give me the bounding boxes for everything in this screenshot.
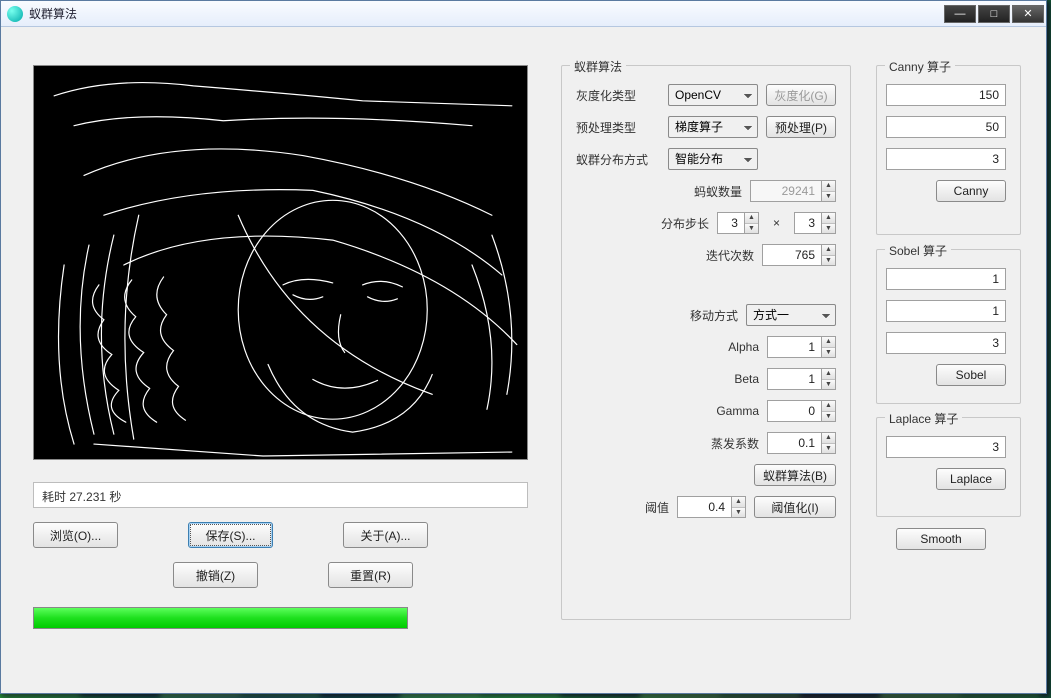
up-icon[interactable]: ▲ bbox=[822, 245, 835, 256]
canny-group: Canny 算子 Canny bbox=[876, 65, 1021, 235]
status-text: 耗时 27.231 秒 bbox=[42, 490, 121, 504]
step-y-input[interactable] bbox=[794, 212, 822, 234]
down-icon[interactable]: ▼ bbox=[732, 508, 745, 518]
client-area: 耗时 27.231 秒 浏览(O)... 保存(S)... 关于(A)... 撤… bbox=[1, 27, 1046, 693]
step-y-spinner[interactable]: ▲▼ bbox=[794, 212, 836, 234]
step-x-input[interactable] bbox=[717, 212, 745, 234]
gray-type-label: 灰度化类型 bbox=[576, 87, 660, 104]
down-icon[interactable]: ▼ bbox=[822, 412, 835, 422]
ants-spinner[interactable]: ▲▼ bbox=[750, 180, 836, 202]
undo-button[interactable]: 撤销(Z) bbox=[173, 562, 258, 588]
dist-label: 蚁群分布方式 bbox=[576, 151, 660, 168]
window-controls: — □ ✕ bbox=[944, 5, 1044, 23]
up-icon[interactable]: ▲ bbox=[822, 337, 835, 348]
threshold-button[interactable]: 阈值化(I) bbox=[754, 496, 836, 518]
step-label: 分布步长 bbox=[661, 215, 709, 232]
canny-legend: Canny 算子 bbox=[885, 58, 955, 75]
laplace-button[interactable]: Laplace bbox=[936, 468, 1006, 490]
up-icon[interactable]: ▲ bbox=[745, 213, 758, 224]
laplace-group: Laplace 算子 Laplace bbox=[876, 417, 1021, 517]
main-buttons: 浏览(O)... 保存(S)... 关于(A)... 撤销(Z) 重置(R) bbox=[33, 522, 528, 602]
up-icon[interactable]: ▲ bbox=[732, 497, 745, 508]
maximize-button[interactable]: □ bbox=[978, 5, 1010, 23]
laplace-v1-input[interactable] bbox=[886, 436, 1006, 458]
down-icon[interactable]: ▼ bbox=[822, 224, 835, 234]
gamma-input[interactable] bbox=[767, 400, 822, 422]
move-label: 移动方式 bbox=[690, 307, 738, 324]
up-icon[interactable]: ▲ bbox=[822, 369, 835, 380]
pre-button[interactable]: 预处理(P) bbox=[766, 116, 836, 138]
canny-v1-input[interactable] bbox=[886, 84, 1006, 106]
gamma-label: Gamma bbox=[716, 404, 759, 418]
sobel-v1-input[interactable] bbox=[886, 268, 1006, 290]
step-x-spinner[interactable]: ▲▼ bbox=[717, 212, 759, 234]
threshold-label: 阈值 bbox=[645, 499, 669, 516]
down-icon[interactable]: ▼ bbox=[822, 444, 835, 454]
move-select[interactable]: 方式一 bbox=[746, 304, 836, 326]
image-preview bbox=[33, 65, 528, 460]
down-icon[interactable]: ▼ bbox=[745, 224, 758, 234]
up-icon[interactable]: ▲ bbox=[822, 181, 835, 192]
pre-type-label: 预处理类型 bbox=[576, 119, 660, 136]
app-window: 蚁群算法 — □ ✕ bbox=[0, 0, 1047, 694]
down-icon[interactable]: ▼ bbox=[822, 380, 835, 390]
dist-select[interactable]: 智能分布 bbox=[668, 148, 758, 170]
down-icon[interactable]: ▼ bbox=[822, 348, 835, 358]
about-button[interactable]: 关于(A)... bbox=[343, 522, 428, 548]
close-button[interactable]: ✕ bbox=[1012, 5, 1044, 23]
aco-legend: 蚁群算法 bbox=[570, 58, 626, 75]
threshold-spinner[interactable]: ▲▼ bbox=[677, 496, 746, 518]
threshold-input[interactable] bbox=[677, 496, 732, 518]
down-icon[interactable]: ▼ bbox=[822, 192, 835, 202]
desktop: 蚁群算法 — □ ✕ bbox=[0, 0, 1051, 698]
progress-bar bbox=[33, 607, 408, 629]
canny-v3-input[interactable] bbox=[886, 148, 1006, 170]
alpha-input[interactable] bbox=[767, 336, 822, 358]
up-icon[interactable]: ▲ bbox=[822, 433, 835, 444]
evap-label: 蒸发系数 bbox=[711, 435, 759, 452]
alpha-label: Alpha bbox=[728, 340, 759, 354]
ants-input[interactable] bbox=[750, 180, 822, 202]
run-aco-button[interactable]: 蚁群算法(B) bbox=[754, 464, 836, 486]
alpha-spinner[interactable]: ▲▼ bbox=[767, 336, 836, 358]
gray-button[interactable]: 灰度化(G) bbox=[766, 84, 836, 106]
iter-label: 迭代次数 bbox=[706, 247, 754, 264]
evap-spinner[interactable]: ▲▼ bbox=[767, 432, 836, 454]
edge-output-image bbox=[34, 66, 527, 459]
iter-input[interactable] bbox=[762, 244, 822, 266]
laplace-legend: Laplace 算子 bbox=[885, 410, 962, 427]
sobel-v3-input[interactable] bbox=[886, 332, 1006, 354]
up-icon[interactable]: ▲ bbox=[822, 401, 835, 412]
times-symbol: × bbox=[767, 216, 786, 230]
beta-label: Beta bbox=[734, 372, 759, 386]
sobel-button[interactable]: Sobel bbox=[936, 364, 1006, 386]
beta-input[interactable] bbox=[767, 368, 822, 390]
progress-fill bbox=[34, 608, 407, 628]
sobel-group: Sobel 算子 Sobel bbox=[876, 249, 1021, 404]
reset-button[interactable]: 重置(R) bbox=[328, 562, 413, 588]
up-icon[interactable]: ▲ bbox=[822, 213, 835, 224]
canny-button[interactable]: Canny bbox=[936, 180, 1006, 202]
down-icon[interactable]: ▼ bbox=[822, 256, 835, 266]
evap-input[interactable] bbox=[767, 432, 822, 454]
canny-v2-input[interactable] bbox=[886, 116, 1006, 138]
titlebar[interactable]: 蚁群算法 — □ ✕ bbox=[1, 1, 1046, 27]
smooth-button[interactable]: Smooth bbox=[896, 528, 986, 550]
aco-group: 蚁群算法 灰度化类型 OpenCV 灰度化(G) 预处理类型 梯度算子 预处理(… bbox=[561, 65, 851, 620]
sobel-v2-input[interactable] bbox=[886, 300, 1006, 322]
status-bar: 耗时 27.231 秒 bbox=[33, 482, 528, 508]
ants-label: 蚂蚁数量 bbox=[694, 183, 742, 200]
minimize-button[interactable]: — bbox=[944, 5, 976, 23]
save-button[interactable]: 保存(S)... bbox=[188, 522, 273, 548]
browse-button[interactable]: 浏览(O)... bbox=[33, 522, 118, 548]
gamma-spinner[interactable]: ▲▼ bbox=[767, 400, 836, 422]
window-title: 蚁群算法 bbox=[29, 5, 944, 22]
iter-spinner[interactable]: ▲▼ bbox=[762, 244, 836, 266]
app-icon bbox=[7, 6, 23, 22]
sobel-legend: Sobel 算子 bbox=[885, 242, 951, 259]
beta-spinner[interactable]: ▲▼ bbox=[767, 368, 836, 390]
gray-type-select[interactable]: OpenCV bbox=[668, 84, 758, 106]
pre-type-select[interactable]: 梯度算子 bbox=[668, 116, 758, 138]
